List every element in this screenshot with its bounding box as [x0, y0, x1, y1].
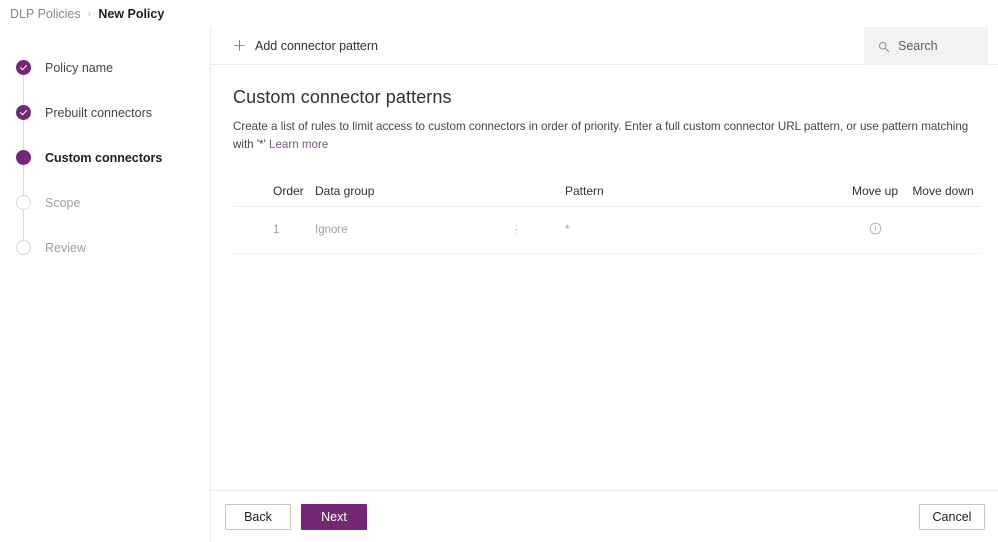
- sidebar-item-label: Scope: [45, 195, 81, 210]
- table-header-row: Order Data group Pattern Move up Move do…: [233, 176, 981, 207]
- cancel-button[interactable]: Cancel: [919, 503, 985, 530]
- breadcrumb: DLP Policies › New Policy: [0, 0, 998, 27]
- step-pending-dot-icon: [16, 240, 31, 255]
- search-input[interactable]: Search: [864, 27, 988, 65]
- next-button[interactable]: Next: [301, 503, 367, 530]
- content-area: Custom connector patterns Create a list …: [211, 65, 998, 254]
- column-header-move-up: Move up: [851, 183, 899, 198]
- main-panel: Add connector pattern Search Custom conn…: [210, 27, 998, 542]
- sidebar-item-scope[interactable]: Scope: [0, 180, 210, 225]
- sidebar-item-label: Review: [45, 240, 86, 255]
- table-row[interactable]: 1 Ignore *: [233, 207, 981, 254]
- back-button[interactable]: Back: [225, 503, 291, 530]
- breadcrumb-separator-icon: ›: [87, 7, 92, 20]
- add-connector-pattern-label: Add connector pattern: [255, 38, 378, 53]
- column-header-pattern: Pattern: [565, 183, 604, 198]
- data-group-menu-button[interactable]: [515, 223, 565, 236]
- dlp-new-policy-page: DLP Policies › New Policy Policy name Pr…: [0, 0, 998, 542]
- page-title: Custom connector patterns: [233, 87, 452, 107]
- step-current-dot-icon: [16, 150, 31, 165]
- connector-patterns-table: Order Data group Pattern Move up Move do…: [233, 176, 981, 254]
- page-description-text: Create a list of rules to limit access t…: [233, 120, 969, 151]
- sidebar-item-label: Custom connectors: [45, 150, 163, 165]
- breadcrumb-link-dlp-policies[interactable]: DLP Policies: [10, 7, 81, 21]
- sidebar-item-policy-name[interactable]: Policy name: [0, 45, 210, 90]
- plus-icon: [233, 39, 246, 52]
- cell-order: 1: [273, 223, 280, 236]
- step-pending-dot-icon: [16, 195, 31, 210]
- sidebar-item-label: Policy name: [45, 60, 114, 75]
- wizard-rail: Policy name Prebuilt connectors Custom c…: [0, 27, 210, 542]
- learn-more-link[interactable]: Learn more: [269, 138, 328, 151]
- sidebar-item-review[interactable]: Review: [0, 225, 210, 270]
- search-placeholder: Search: [898, 39, 938, 53]
- sidebar-item-custom-connectors[interactable]: Custom connectors: [0, 135, 210, 180]
- command-bar: Add connector pattern Search: [211, 27, 998, 65]
- column-header-move-down: Move down: [912, 183, 974, 198]
- cell-pattern[interactable]: *: [565, 224, 845, 236]
- footer-action-bar: Back Next Cancel: [211, 490, 998, 542]
- sidebar-item-prebuilt-connectors[interactable]: Prebuilt connectors: [0, 90, 210, 135]
- info-icon: [869, 222, 882, 235]
- sidebar-item-label: Prebuilt connectors: [45, 105, 153, 120]
- add-connector-pattern-button[interactable]: Add connector pattern: [211, 27, 390, 65]
- step-complete-check-icon: [16, 105, 31, 120]
- cell-data-group[interactable]: Ignore: [315, 224, 515, 236]
- page-description: Create a list of rules to limit access t…: [233, 118, 976, 154]
- kebab-menu-icon: [515, 223, 518, 236]
- move-up-button[interactable]: [845, 222, 905, 238]
- search-icon: [878, 40, 890, 53]
- breadcrumb-current-new-policy: New Policy: [98, 6, 165, 21]
- wizard-step-list: Policy name Prebuilt connectors Custom c…: [0, 27, 210, 270]
- column-header-order: Order: [273, 183, 304, 198]
- column-header-data-group: Data group: [315, 183, 375, 198]
- step-complete-check-icon: [16, 60, 31, 75]
